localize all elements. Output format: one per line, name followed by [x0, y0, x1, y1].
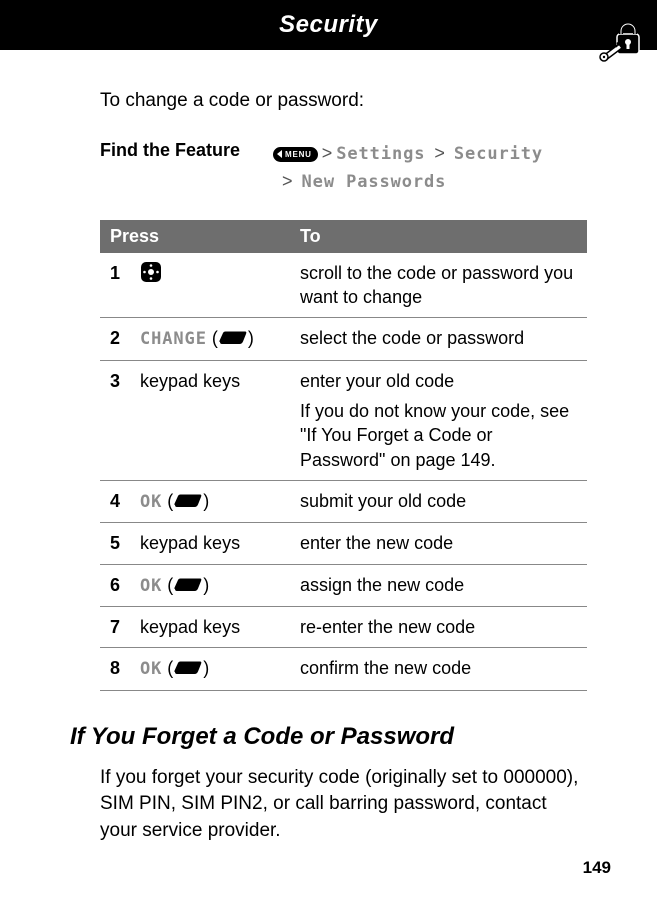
menu-key-icon: MENU	[273, 147, 318, 162]
softkey-icon	[173, 657, 203, 681]
press-lcd-label: OK	[140, 659, 162, 679]
table-row: 6OK ()assign the new code	[100, 564, 587, 606]
step-number: 5	[100, 523, 130, 564]
step-press: OK ()	[130, 648, 290, 690]
step-to: confirm the new code	[290, 648, 587, 690]
step-number: 8	[100, 648, 130, 690]
table-row: 4OK ()submit your old code	[100, 480, 587, 522]
step-number: 1	[100, 253, 130, 318]
press-lcd-label: CHANGE	[140, 329, 207, 349]
section-heading: If You Forget a Code or Password	[70, 723, 587, 751]
page-title: Security	[279, 11, 378, 39]
softkey-icon	[173, 490, 203, 514]
step-number: 7	[100, 607, 130, 648]
step-number: 6	[100, 564, 130, 606]
section-body: If you forget your security code (origin…	[100, 765, 587, 845]
step-press	[130, 253, 290, 318]
step-number: 2	[100, 318, 130, 360]
find-feature-row: Find the Feature MENU>Settings > Securit…	[100, 140, 587, 196]
find-feature-label: Find the Feature	[100, 140, 255, 196]
press-text: keypad keys	[140, 617, 240, 637]
table-row: 8OK ()confirm the new code	[100, 648, 587, 690]
step-press: keypad keys	[130, 607, 290, 648]
softkey-icon	[173, 574, 203, 598]
step-press: OK ()	[130, 480, 290, 522]
press-lcd-label: OK	[140, 492, 162, 512]
table-row: 5 keypad keys enter the new code	[100, 523, 587, 564]
step-press: keypad keys	[130, 360, 290, 480]
feature-path: MENU>Settings > Security > New Passwords	[273, 140, 543, 196]
path-security: Security	[454, 144, 543, 164]
table-row: 7 keypad keys re-enter the new code	[100, 607, 587, 648]
content-area: To change a code or password: Find the F…	[0, 50, 657, 845]
step-number: 3	[100, 360, 130, 480]
page-number: 149	[583, 858, 611, 878]
step-to: re-enter the new code	[290, 607, 587, 648]
step-press: keypad keys	[130, 523, 290, 564]
intro-text: To change a code or password:	[100, 90, 587, 112]
step-press: OK ()	[130, 564, 290, 606]
step-to: enter the new code	[290, 523, 587, 564]
step-to: select the code or password	[290, 318, 587, 360]
step-press: CHANGE ()	[130, 318, 290, 360]
step-number: 4	[100, 480, 130, 522]
breadcrumb-sep: >	[282, 171, 293, 191]
table-row: 1 scroll to the code or password you want…	[100, 253, 587, 318]
step-to-extra: If you do not know your code, see "If Yo…	[300, 399, 577, 472]
press-lcd-label: OK	[140, 576, 162, 596]
nav-key-icon	[140, 261, 280, 283]
softkey-icon	[218, 327, 248, 351]
press-text: keypad keys	[140, 371, 240, 391]
breadcrumb-sep: >	[434, 143, 445, 163]
step-to: assign the new code	[290, 564, 587, 606]
press-text: keypad keys	[140, 533, 240, 553]
breadcrumb-sep: >	[322, 143, 333, 163]
steps-table: Press To 1 scroll to the code or password…	[100, 220, 587, 691]
col-header-press: Press	[100, 220, 290, 253]
table-row: 3 keypad keys enter your old codeIf you do…	[100, 360, 587, 480]
table-row: 2CHANGE ()select the code or password	[100, 318, 587, 360]
path-new-passwords: New Passwords	[302, 172, 447, 192]
col-header-to: To	[290, 220, 587, 253]
step-to: submit your old code	[290, 480, 587, 522]
step-to: scroll to the code or password you want …	[290, 253, 587, 318]
lock-key-icon	[597, 22, 645, 73]
path-settings: Settings	[336, 144, 425, 164]
step-to: enter your old codeIf you do not know yo…	[290, 360, 587, 480]
table-header: Press To	[100, 220, 587, 253]
header-bar: Security	[0, 0, 657, 50]
